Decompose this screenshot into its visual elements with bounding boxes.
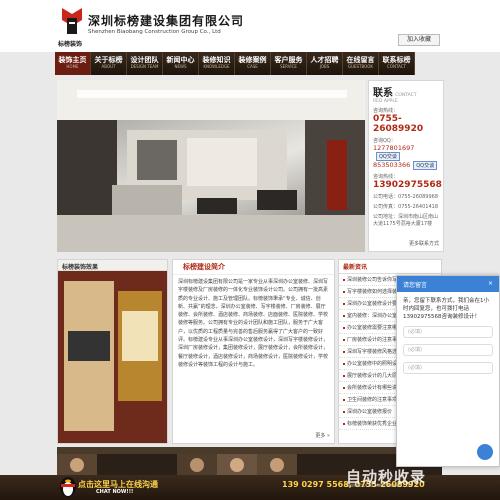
send-button[interactable] bbox=[477, 444, 493, 460]
nav-contact[interactable]: 联系标榜 CONTACT bbox=[379, 52, 415, 75]
qq-chat-button[interactable]: QQ交谈 bbox=[376, 152, 400, 161]
watermark-en: WWW.ZIDONGMIAOSHOULU.COM bbox=[346, 483, 413, 488]
main-nav: 装饰主页 HOME 关于标榜 ABOUT 设计团队 DESIGN TEAM 新闻中心 N… bbox=[55, 52, 415, 75]
popup-title: 请您留言 bbox=[403, 282, 428, 289]
online-chat-en: CHAT NOW!!! bbox=[96, 489, 134, 495]
qq-chat-button[interactable]: QQ交谈 bbox=[413, 161, 438, 170]
nav-design-team[interactable]: 设计团队 DESIGN TEAM bbox=[127, 52, 163, 75]
company-name-en: Shenzhen Biaobang Construction Group Co.… bbox=[88, 29, 221, 35]
nav-guestbook[interactable]: 在线留言 GUESTBOOK bbox=[343, 52, 379, 75]
office-interior-illustration bbox=[57, 80, 365, 252]
contact-title: 联系 bbox=[373, 88, 393, 99]
hotline-number: 0755-26089920 bbox=[373, 114, 424, 134]
phone-field[interactable]: (必填) bbox=[403, 344, 493, 356]
header: 深圳标榜建设集团有限公司 Shenzhen Biaobang Construct… bbox=[0, 0, 500, 52]
message-popup: 请您留言 × 亲，您留下联系方式，我们会在1小时内回复您，也可拨打电话13902… bbox=[396, 275, 500, 467]
logo-icon bbox=[62, 8, 82, 34]
contact-panel: 联系 CONTACT RED APPLE 咨询热线： 0755-26089920… bbox=[368, 80, 444, 252]
more-contact-link[interactable]: 更多联系方式 bbox=[409, 240, 439, 247]
about-section: 标榜建设简介 深圳标榜建设集团有限公司是一家专业从事深圳办公室装修、深圳写字楼装… bbox=[172, 259, 335, 444]
mobile-number: 13902975568 bbox=[373, 180, 442, 190]
nav-about[interactable]: 关于标榜 ABOUT bbox=[91, 52, 127, 75]
about-title: 标榜建设简介 bbox=[173, 260, 334, 275]
case-box: 标榜装饰效果 bbox=[57, 259, 168, 444]
nav-knowledge[interactable]: 装修知识 KNOWLEDGE bbox=[199, 52, 235, 75]
news-title: 最新资讯 bbox=[339, 260, 441, 274]
about-more-link[interactable]: 更多 » bbox=[315, 432, 330, 439]
brand-name: 标榜装饰 bbox=[58, 41, 83, 48]
popup-message: 亲，您留下联系方式，我们会在1小时内回复您，也可拨打电话13902975568咨… bbox=[403, 298, 490, 320]
content-field[interactable]: (必填) bbox=[403, 362, 493, 374]
case-box-title: 标榜装饰效果 bbox=[58, 260, 167, 271]
popup-close-icon[interactable]: × bbox=[488, 280, 493, 288]
name-field[interactable]: (必填) bbox=[403, 326, 493, 338]
nav-service[interactable]: 客户服务 SERVICE bbox=[271, 52, 307, 75]
nav-case[interactable]: 装修案例 CASE bbox=[235, 52, 271, 75]
qq-penguin-icon[interactable] bbox=[58, 472, 78, 498]
popup-header: 请您留言 × bbox=[397, 276, 499, 292]
case-photo[interactable] bbox=[58, 271, 167, 443]
nav-home[interactable]: 装饰主页 HOME bbox=[55, 52, 91, 75]
company-name: 深圳标榜建设集团有限公司 bbox=[88, 14, 245, 28]
add-favorite-button[interactable]: 加入收藏 bbox=[398, 34, 440, 46]
about-text: 深圳标榜建设集团有限公司是一家专业从事深圳办公室装修、深圳写字楼装修及厂房装修的… bbox=[178, 279, 329, 368]
nav-news[interactable]: 新闻中心 NEWS bbox=[163, 52, 199, 75]
banner-image bbox=[57, 80, 365, 252]
nav-jobs[interactable]: 人才招聘 JOBS bbox=[307, 52, 343, 75]
